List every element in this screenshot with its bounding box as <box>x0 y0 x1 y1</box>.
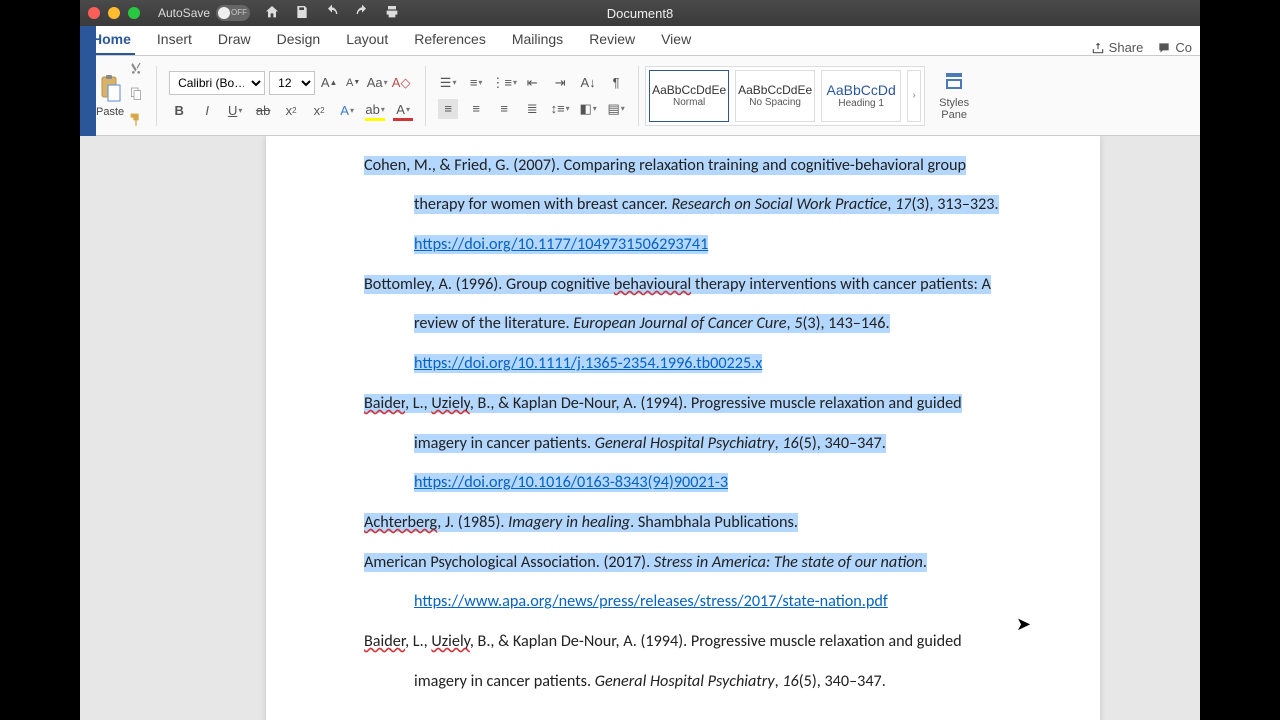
multilevel-icon[interactable]: ⋮≡▾ <box>494 73 514 93</box>
tab-layout[interactable]: Layout <box>342 25 392 55</box>
ribbon-tabs: Home Insert Draw Design Layout Reference… <box>80 26 1200 56</box>
tab-design[interactable]: Design <box>273 25 325 55</box>
link-doi-3[interactable]: https://doi.org/10.1016/0163-8343(94)900… <box>414 473 728 492</box>
reference-3: Bottomley, A. (1996). Group cognitive be… <box>364 265 1004 384</box>
reference-5: Achterberg, J. (1985). Imagery in healin… <box>364 503 1004 543</box>
bold-icon[interactable]: B <box>169 101 189 121</box>
titlebar: AutoSave OFF Document8 <box>80 0 1200 26</box>
autosave-toggle[interactable]: AutoSave OFF <box>158 5 250 21</box>
reference-2: Cohen, M., & Fried, G. (2007). Comparing… <box>364 146 1004 265</box>
tab-references[interactable]: References <box>410 25 490 55</box>
page: YouTube. https://www.youtube.com/watch?v… <box>266 136 1100 720</box>
pilcrow-icon[interactable]: ¶ <box>606 73 626 93</box>
bullets-icon[interactable]: ☰▾ <box>438 73 458 93</box>
style-no-spacing[interactable]: AaBbCcDdEe No Spacing <box>735 70 815 122</box>
autosave-switch[interactable]: OFF <box>216 5 250 21</box>
reference-7: Baider, L., Uziely, B., & Kaplan De-Nour… <box>364 622 1004 701</box>
comments-button[interactable]: Co <box>1157 40 1192 55</box>
close-icon[interactable] <box>88 7 100 19</box>
text-effects-icon[interactable]: A▾ <box>337 101 357 121</box>
tab-insert[interactable]: Insert <box>153 25 196 55</box>
underline-icon[interactable]: U▾ <box>225 101 245 121</box>
cut-icon[interactable] <box>128 61 144 80</box>
share-label: Share <box>1109 40 1144 55</box>
align-left-icon[interactable]: ≡ <box>438 99 458 119</box>
align-center-icon[interactable]: ≡ <box>466 99 486 119</box>
link-doi-2[interactable]: https://doi.org/10.1111/j.1365-2354.1996… <box>414 354 762 373</box>
paste-label: Paste <box>96 106 124 118</box>
borders-icon[interactable]: ▤▾ <box>606 99 626 119</box>
reference-6: American Psychological Association. (201… <box>364 543 1004 622</box>
link-apa[interactable]: https://www.apa.org/news/press/releases/… <box>414 592 888 611</box>
paste-button[interactable]: Paste <box>96 73 124 118</box>
superscript-icon[interactable]: x2 <box>309 101 329 121</box>
tab-view[interactable]: View <box>657 25 695 55</box>
left-app-strip <box>80 26 96 136</box>
reference-1: YouTube. https://www.youtube.com/watch?v… <box>364 136 1004 146</box>
ribbon: Paste Calibri (Bo… 12 A▲ A▼ Aa▾ A◇ <box>80 56 1200 136</box>
font-size-select[interactable]: 12 <box>269 71 315 95</box>
link-doi-1[interactable]: https://doi.org/10.1177/1049731506293741 <box>414 235 708 254</box>
align-right-icon[interactable]: ≡ <box>494 99 514 119</box>
strike-icon[interactable]: ab <box>253 101 273 121</box>
undo-icon[interactable] <box>324 4 340 23</box>
reference-4: Baider, L., Uziely, B., & Kaplan De-Nour… <box>364 384 1004 503</box>
styles-pane-button[interactable]: Styles Pane <box>939 70 969 121</box>
shading-icon[interactable]: ◧▾ <box>578 99 598 119</box>
shrink-font-icon[interactable]: A▼ <box>343 73 363 93</box>
format-painter-icon[interactable] <box>128 111 144 130</box>
font-family-select[interactable]: Calibri (Bo… <box>169 71 265 95</box>
home-icon[interactable] <box>264 4 280 23</box>
subscript-icon[interactable]: x2 <box>281 101 301 121</box>
justify-icon[interactable]: ≣ <box>522 99 542 119</box>
line-spacing-icon[interactable]: ↕≡▾ <box>550 99 570 119</box>
style-heading1[interactable]: AaBbCcDd Heading 1 <box>821 70 901 122</box>
print-icon[interactable] <box>384 4 400 23</box>
italic-icon[interactable]: I <box>197 101 217 121</box>
share-button[interactable]: Share <box>1091 40 1144 55</box>
tab-mailings[interactable]: Mailings <box>508 25 567 55</box>
autosave-label: AutoSave <box>158 6 210 20</box>
maximize-icon[interactable] <box>128 7 140 19</box>
change-case-icon[interactable]: Aa▾ <box>367 73 387 93</box>
document-area[interactable]: YouTube. https://www.youtube.com/watch?v… <box>80 136 1200 720</box>
styles-more-icon[interactable]: › <box>907 70 921 122</box>
comments-label: Co <box>1175 40 1192 55</box>
styles-gallery: AaBbCcDdEe Normal AaBbCcDdEe No Spacing … <box>645 66 925 126</box>
word-window: AutoSave OFF Document8 Home Insert Draw … <box>80 0 1200 720</box>
save-icon[interactable] <box>294 4 310 23</box>
tab-draw[interactable]: Draw <box>214 25 255 55</box>
outdent-icon[interactable]: ⇤ <box>522 73 542 93</box>
redo-icon[interactable] <box>354 4 370 23</box>
highlight-icon[interactable]: ab▾ <box>365 101 385 121</box>
style-normal[interactable]: AaBbCcDdEe Normal <box>649 70 729 122</box>
clear-format-icon[interactable]: A◇ <box>391 73 411 93</box>
document-content[interactable]: YouTube. https://www.youtube.com/watch?v… <box>364 136 1004 701</box>
minimize-icon[interactable] <box>108 7 120 19</box>
grow-font-icon[interactable]: A▲ <box>319 73 339 93</box>
tab-review[interactable]: Review <box>585 25 639 55</box>
sort-icon[interactable]: A↓ <box>578 73 598 93</box>
font-color-icon[interactable]: A▾ <box>393 101 413 121</box>
numbering-icon[interactable]: ≡▾ <box>466 73 486 93</box>
indent-icon[interactable]: ⇥ <box>550 73 570 93</box>
copy-icon[interactable] <box>128 86 144 105</box>
